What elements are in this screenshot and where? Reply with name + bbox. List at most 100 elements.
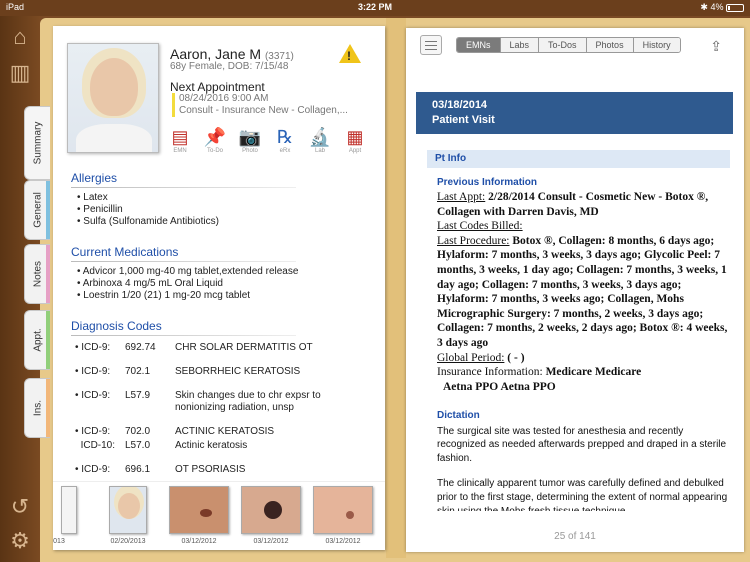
allergies-title: Allergies [71, 171, 118, 185]
warning-icon[interactable]: ! [339, 44, 361, 63]
tab-summary[interactable]: Summary [24, 106, 50, 180]
tab-general-label: General [32, 192, 43, 228]
dx-desc: CHR SOLAR DERMATITIS OT [175, 342, 313, 353]
appt-label: Appt [348, 148, 362, 154]
home-icon[interactable]: ⌂ [7, 24, 33, 50]
patient-name-text: Aaron, Jane M [170, 46, 262, 62]
document-icon: ▤ [171, 127, 189, 147]
divider [71, 187, 296, 188]
erx-button[interactable]: ℞ eRx [270, 126, 300, 154]
photo-label: Photo [242, 148, 258, 154]
photo-date: 03/12/2012 [181, 538, 217, 545]
list-item: Penicillin [77, 204, 219, 216]
insurance-value-2: Aetna PPO Aetna PPO [443, 380, 556, 393]
last-appt-label: Last Appt: [437, 191, 486, 203]
settings-icon[interactable]: ⚙ [7, 528, 33, 554]
tab-ins-label: Ins. [32, 399, 43, 417]
folder-spine [386, 18, 406, 558]
battery-indicator: ✱ 4% [700, 2, 744, 13]
tab-todos[interactable]: To-Dos [539, 38, 587, 52]
tab-summary-label: Summary [32, 121, 43, 165]
list-button[interactable] [420, 35, 442, 55]
photo-date: 02/20/2013 [110, 538, 146, 545]
list-item: Sulfa (Sulfonamide Antibiotics) [77, 216, 219, 228]
calendar-icon: ▦ [346, 127, 364, 147]
photo-date: 013 [53, 538, 65, 545]
dx-desc: Skin changes due to chr expsr to nonioni… [175, 390, 321, 413]
tab-general[interactable]: General [24, 180, 50, 240]
patient-name: Aaron, Jane M (3371) [170, 46, 294, 62]
camera-icon: 📷 [238, 127, 262, 147]
last-codes-label: Last Codes Billed: [437, 220, 523, 233]
previous-info: Previous Information Last Appt: 2/28/201… [437, 177, 731, 394]
patient-photo[interactable] [67, 43, 159, 153]
next-appointment-details[interactable]: 08/24/2016 9:00 AM Consult - Insurance N… [172, 93, 372, 117]
dx-code: L57.9 [125, 390, 151, 401]
list-item: Advicor 1,000 mg-40 mg tablet,extended r… [77, 266, 299, 278]
dx-system: • ICD-9: [75, 426, 111, 437]
todo-button[interactable]: 📌 To-Do [200, 126, 230, 154]
dx-code: 702.0 [125, 426, 151, 437]
photo-thumbnail[interactable] [61, 486, 77, 534]
visit-type: Patient Visit [432, 114, 495, 126]
dx-system: • ICD-9: [75, 366, 111, 377]
previous-info-title: Previous Information [437, 177, 538, 188]
photo-thumbnail[interactable] [169, 486, 229, 534]
tab-photos[interactable]: Photos [586, 38, 634, 52]
dx-desc: ACTINIC KERATOSIS [175, 426, 275, 437]
photo-thumbnail[interactable] [313, 486, 373, 534]
photo-thumbnail[interactable] [109, 486, 147, 534]
dx-code: 702.1 [125, 366, 151, 377]
pin-icon: 📌 [203, 127, 227, 147]
dx-code: 692.74 [125, 342, 156, 353]
dictation-title: Dictation [437, 410, 480, 421]
lab-button[interactable]: 🔬 Lab [305, 126, 335, 154]
appt-button[interactable]: ▦ Appt [340, 126, 370, 154]
photo-date: 03/12/2012 [325, 538, 361, 545]
next-appointment-title: Next Appointment [170, 80, 265, 94]
battery-percent: 4% [710, 2, 724, 12]
list-item: Loestrin 1/20 (21) 1 mg-20 mcg tablet [77, 290, 298, 302]
erx-label: eRx [279, 148, 291, 154]
battery-icon [726, 3, 744, 12]
history-icon[interactable]: ↺ [7, 494, 33, 520]
visit-header[interactable]: 03/18/2014 Patient Visit [416, 92, 733, 134]
emn-button[interactable]: ▤ EMN [165, 126, 195, 154]
bluetooth-icon: ✱ [700, 2, 708, 12]
photo-date: 03/12/2012 [253, 538, 289, 545]
tab-notes[interactable]: Notes [24, 244, 50, 304]
record-tabs: EMNs Labs To-Dos Photos History [456, 37, 681, 53]
tab-appt[interactable]: Appt. [24, 310, 50, 370]
photo-button[interactable]: 📷 Photo [235, 126, 265, 154]
list-item: Latex [77, 192, 219, 204]
medications-title: Current Medications [71, 245, 179, 259]
emn-panel: EMNs Labs To-Dos Photos History ⇪ 03/18/… [406, 28, 744, 552]
page-indicator: 25 of 141 [554, 531, 596, 542]
dictation: Dictation The surgical site was tested f… [437, 409, 731, 511]
dx-code: L57.0 [125, 440, 151, 451]
tab-history[interactable]: History [633, 38, 680, 52]
dx-system: • ICD-9: [75, 390, 111, 401]
chart-icon[interactable]: ▥ [7, 60, 33, 86]
dx-desc: OT PSORIASIS [175, 464, 246, 475]
previous-info-body: Last Appt: 2/28/2014 Consult - Cosmetic … [437, 190, 731, 394]
dx-system: • ICD-9: [75, 342, 111, 353]
dx-system: • ICD-9: [75, 464, 111, 475]
global-period-value: ( - ) [507, 351, 525, 364]
visit-date: 03/18/2014 [432, 99, 488, 111]
tab-emns[interactable]: EMNs [457, 38, 501, 52]
rx-icon: ℞ [276, 127, 294, 147]
insurance-value: Medicare Medicare [545, 366, 642, 379]
share-icon[interactable]: ⇪ [710, 38, 722, 55]
dx-desc: Actinic keratosis [175, 440, 248, 451]
summary-card: Aaron, Jane M (3371) 68y Female, DOB: 7/… [53, 26, 385, 550]
tab-ins[interactable]: Ins. [24, 378, 50, 438]
next-appointment-date: 08/24/2016 9:00 AM [179, 93, 269, 104]
tab-labs[interactable]: Labs [500, 38, 540, 52]
pt-info-header: Pt Info [427, 150, 730, 168]
insurance-label: Insurance Information: [437, 366, 543, 379]
tab-appt-label: Appt. [32, 328, 43, 352]
photo-thumbnail[interactable] [241, 486, 301, 534]
todo-label: To-Do [206, 148, 223, 154]
quick-actions: ▤ EMN 📌 To-Do 📷 Photo ℞ eRx 🔬 Lab ▦ Appt [165, 126, 375, 162]
